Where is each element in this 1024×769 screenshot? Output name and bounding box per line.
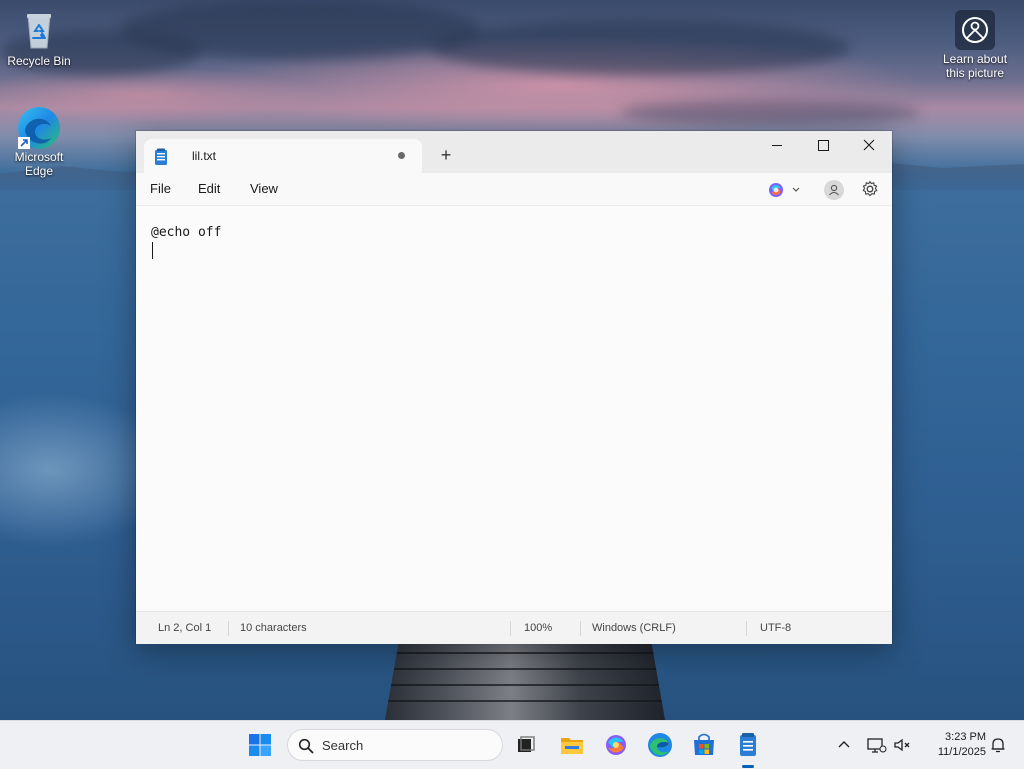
text-editor[interactable]: @echo off [136,205,892,612]
pier [385,640,665,720]
unsaved-indicator[interactable] [398,152,405,159]
new-tab-button[interactable]: + [434,143,458,167]
menu-file[interactable]: File [146,181,175,196]
settings-button[interactable] [860,179,880,199]
account-button[interactable] [824,180,844,200]
desktop-icon-label: Learn about this picture [942,52,1008,80]
taskbar-search[interactable]: Search [287,729,503,761]
desktop-icon-edge[interactable]: Microsoft Edge [1,104,77,178]
start-button[interactable] [244,729,276,761]
menu-edit[interactable]: Edit [194,181,224,196]
status-cursor-position[interactable]: Ln 2, Col 1 [158,622,211,634]
microsoft-store-button[interactable] [688,729,720,761]
notepad-window[interactable]: lil.txt + File Edit View @echo off Ln 2,… [136,131,892,644]
edge-icon [17,104,61,149]
file-explorer-button[interactable] [556,729,588,761]
store-icon [694,733,714,755]
desktop-icon-learn-about-picture[interactable]: Learn about this picture [937,10,1013,80]
minimize-button[interactable] [754,131,800,161]
status-bar: Ln 2, Col 1 10 characters 100% Windows (… [136,611,892,644]
menu-view[interactable]: View [246,181,282,196]
editor-content[interactable]: @echo off [151,223,221,242]
taskbar: Search 3:23 PM 11/1/2025 [0,720,1024,769]
text-caret [152,242,153,259]
clock-date: 11/1/2025 [937,746,986,758]
tab-title: lil.txt [192,149,216,163]
chevron-up-icon [838,741,850,748]
desktop-icon-label: Recycle Bin [7,54,71,68]
show-hidden-icons-button[interactable] [832,733,856,757]
chevron-down-icon [792,187,800,192]
notepad-icon [740,733,756,756]
windows-logo-icon [249,734,271,756]
tab-lil-txt[interactable]: lil.txt [144,139,422,173]
desktop-icon-recycle-bin[interactable]: Recycle Bin [1,8,77,68]
notification-bell-icon [991,738,1005,753]
copilot-icon [606,735,626,755]
search-placeholder: Search [322,738,364,753]
volume-button[interactable] [890,733,914,757]
notepad-icon [154,148,167,165]
edge-icon [648,733,672,757]
minimize-icon [772,145,782,146]
folder-icon [561,738,583,754]
maximize-button[interactable] [800,131,846,161]
recycle-bin-icon [17,8,61,52]
status-zoom[interactable]: 100% [524,622,552,634]
settings-icon [862,180,878,197]
status-character-count: 10 characters [240,622,307,634]
account-icon [829,184,839,196]
copilot-button[interactable] [766,179,806,201]
close-button[interactable] [846,131,892,161]
search-icon [298,738,314,754]
system-clock[interactable]: 3:23 PM 11/1/2025 [922,730,986,760]
edge-app-button[interactable] [644,729,676,761]
notifications-button[interactable] [986,733,1010,757]
copilot-app-button[interactable] [600,729,632,761]
status-line-ending[interactable]: Windows (CRLF) [592,622,676,634]
clock-time: 3:23 PM [945,731,986,743]
volume-muted-icon [894,738,910,752]
maximize-icon [818,140,829,151]
network-icon [867,738,887,753]
desktop-icon-label: Microsoft Edge [14,150,64,178]
status-encoding[interactable]: UTF-8 [760,622,791,634]
title-bar[interactable]: lil.txt + [136,131,892,173]
task-view-icon [518,736,535,752]
copilot-icon [769,183,783,197]
task-view-button[interactable] [510,729,542,761]
network-button[interactable] [864,733,888,757]
close-icon [863,139,875,151]
camera-info-icon [955,10,995,50]
notepad-app-button[interactable] [732,729,764,761]
menu-bar: File Edit View [136,173,892,205]
